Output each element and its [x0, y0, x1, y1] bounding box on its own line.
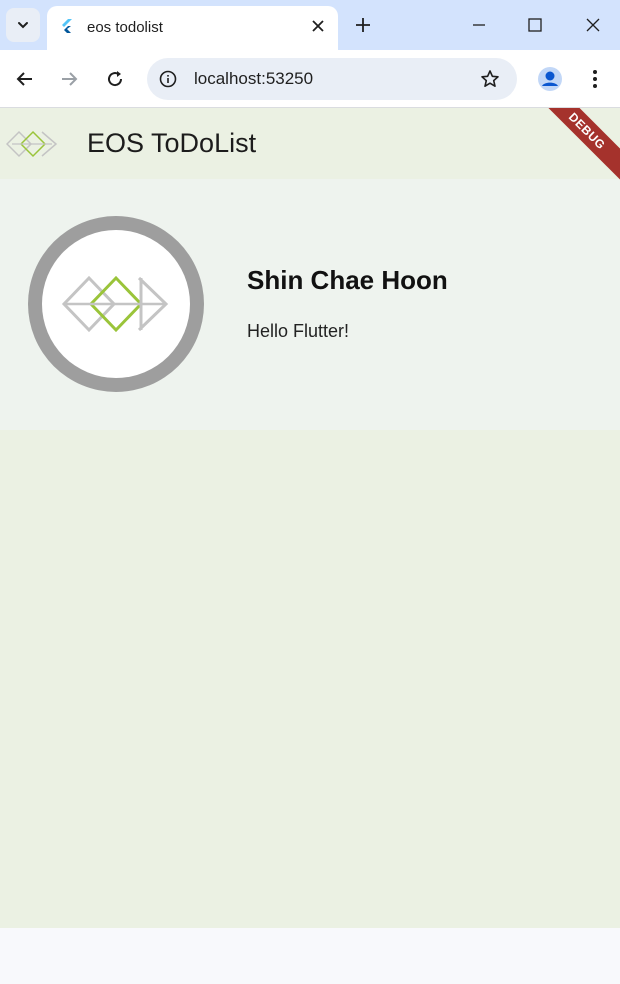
avatar	[28, 216, 204, 392]
app-viewport: EOS ToDoList Shin Chae Hoon Hello Flutte…	[0, 108, 620, 928]
eos-logo-icon	[61, 275, 169, 333]
new-tab-button[interactable]	[350, 12, 376, 38]
bookmark-button[interactable]	[479, 68, 501, 90]
browser-tabstrip: eos todolist	[0, 0, 620, 50]
close-icon	[312, 20, 324, 32]
maximize-icon	[528, 18, 542, 32]
window-maximize-button[interactable]	[522, 12, 548, 38]
chevron-down-icon	[18, 22, 28, 29]
tab-close-button[interactable]	[308, 16, 328, 36]
browser-menu-button[interactable]	[580, 64, 610, 94]
eos-logo-icon	[6, 130, 58, 158]
window-close-button[interactable]	[580, 12, 606, 38]
reload-button[interactable]	[100, 64, 130, 94]
window-bottom-area	[0, 928, 620, 984]
plus-icon	[356, 18, 370, 32]
reload-icon	[108, 71, 123, 87]
app-title: EOS ToDoList	[87, 128, 257, 158]
account-icon	[538, 67, 562, 91]
tab-search-button[interactable]	[6, 8, 40, 42]
browser-tab[interactable]: eos todolist	[47, 6, 338, 50]
more-vert-icon	[593, 70, 597, 88]
star-icon	[481, 70, 499, 87]
profile-bio: Hello Flutter!	[247, 321, 350, 341]
avatar-inner	[42, 230, 190, 378]
forward-arrow-icon	[62, 72, 78, 86]
minimize-icon	[473, 24, 485, 26]
address-bar[interactable]: localhost:53250	[147, 58, 517, 100]
forward-button[interactable]	[54, 64, 84, 94]
profile-card: Shin Chae Hoon Hello Flutter!	[0, 179, 620, 430]
tab-title: eos todolist	[87, 19, 163, 36]
flutter-icon	[62, 19, 72, 33]
app-bar: EOS ToDoList	[0, 108, 620, 179]
close-icon	[586, 18, 600, 32]
browser-toolbar: localhost:53250	[0, 50, 620, 108]
url-text[interactable]: localhost:53250	[194, 69, 313, 89]
window-minimize-button[interactable]	[466, 12, 492, 38]
site-info-button[interactable]	[157, 68, 179, 90]
info-icon	[159, 70, 177, 88]
profile-button[interactable]	[534, 63, 566, 95]
profile-name: Shin Chae Hoon	[247, 265, 448, 295]
back-button[interactable]	[10, 64, 40, 94]
back-arrow-icon	[16, 72, 32, 86]
